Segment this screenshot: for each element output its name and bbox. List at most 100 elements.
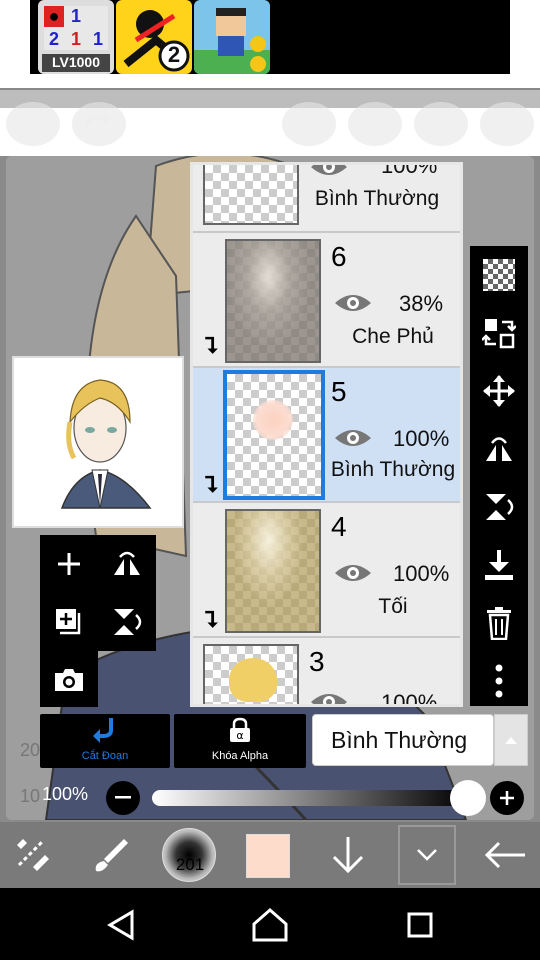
pixel-runner-icon bbox=[194, 8, 270, 74]
collapse-button[interactable] bbox=[398, 825, 456, 885]
opacity-increase-button[interactable] bbox=[490, 781, 524, 815]
selection-tool-button[interactable] bbox=[0, 822, 66, 888]
ad-game-icon-1[interactable]: ● 1 2 1 1 LV1000 bbox=[38, 0, 114, 74]
layer-blend-mode: Bình Thường bbox=[330, 458, 456, 481]
layer-thumbnail[interactable] bbox=[225, 239, 321, 363]
clipping-button[interactable]: Cắt Đoạn bbox=[40, 714, 170, 768]
flip-horizontal-button[interactable] bbox=[98, 535, 156, 593]
clipping-arrow-icon: ⮧ bbox=[205, 472, 218, 497]
layer-controls: Cắt Đoạn α Khóa Alpha Bình Thường 100% bbox=[6, 706, 534, 820]
layer-transfer-button[interactable] bbox=[470, 304, 528, 362]
character-preview bbox=[60, 379, 152, 509]
merge-down-button[interactable] bbox=[470, 536, 528, 594]
ad-number: 2 bbox=[48, 29, 59, 49]
layer-blend-mode: Bình Thường bbox=[314, 187, 440, 210]
blend-mode-dropdown-button[interactable] bbox=[494, 714, 528, 766]
toolbar-button-4[interactable] bbox=[480, 102, 534, 146]
move-down-button[interactable] bbox=[318, 822, 378, 888]
layer-opacity: 100% bbox=[381, 162, 438, 178]
undo-button[interactable] bbox=[6, 102, 60, 146]
visibility-eye-icon[interactable] bbox=[309, 162, 349, 179]
duplicate-layer-button[interactable] bbox=[40, 593, 98, 651]
camera-icon bbox=[55, 669, 83, 691]
chevron-down-icon bbox=[417, 849, 437, 861]
color-swatch[interactable] bbox=[246, 834, 290, 878]
chevron-up-icon bbox=[505, 737, 517, 744]
camera-panel bbox=[40, 651, 98, 707]
clipping-label: Cắt Đoạn bbox=[81, 750, 129, 762]
flip-vertical-button[interactable] bbox=[98, 593, 156, 651]
trash-icon bbox=[487, 607, 511, 640]
opacity-slider[interactable] bbox=[152, 790, 468, 806]
opacity-value: 100% bbox=[42, 784, 89, 804]
toolbar-button-3[interactable] bbox=[414, 102, 468, 146]
mine-icon: ● bbox=[44, 6, 64, 27]
opacity-decrease-button[interactable] bbox=[106, 781, 140, 815]
flip-layer-vertical-button[interactable] bbox=[470, 478, 528, 536]
layer-thumbnail[interactable] bbox=[223, 370, 325, 500]
svg-text:α: α bbox=[236, 729, 243, 742]
visibility-eye-icon[interactable] bbox=[333, 561, 373, 585]
layer-row-3[interactable]: 3 100% bbox=[193, 638, 460, 707]
camera-button[interactable] bbox=[40, 651, 98, 709]
ad-game-icon-3[interactable] bbox=[194, 0, 270, 74]
add-layer-button[interactable] bbox=[40, 535, 98, 593]
brush-size-value: 201 bbox=[175, 855, 205, 874]
visibility-eye-icon[interactable] bbox=[333, 426, 373, 450]
layer-row-5[interactable]: 5 100% Bình Thường ⮧ bbox=[193, 368, 460, 503]
nav-recents-button[interactable] bbox=[398, 908, 442, 942]
layer-opacity: 100% bbox=[381, 690, 438, 707]
flip-horizontal-icon bbox=[114, 551, 140, 575]
layer-thumbnail[interactable] bbox=[225, 509, 321, 633]
back-button[interactable] bbox=[470, 822, 540, 888]
ad-number: 1 bbox=[70, 29, 81, 49]
brush-tool-button[interactable] bbox=[80, 822, 140, 888]
ad-sequel-badge: 2 bbox=[167, 42, 181, 67]
layer-row-7[interactable]: 100% Bình Thường bbox=[193, 162, 460, 233]
layer-thumbnail[interactable] bbox=[203, 165, 299, 225]
opacity-slider-handle[interactable] bbox=[450, 780, 486, 816]
bottom-toolbar: 201 bbox=[0, 822, 540, 888]
plus-icon bbox=[500, 791, 514, 805]
canvas-preview[interactable] bbox=[12, 356, 184, 528]
flip-layer-horizontal-button[interactable] bbox=[470, 420, 528, 478]
layer-swap-icon bbox=[482, 319, 516, 349]
transform-selection-icon bbox=[17, 839, 49, 871]
transparency-button[interactable] bbox=[470, 246, 528, 304]
brush-size-button[interactable]: 201 bbox=[162, 828, 216, 882]
more-options-button[interactable] bbox=[470, 652, 528, 710]
arrow-down-icon bbox=[332, 837, 364, 874]
layer-opacity: 100% bbox=[393, 561, 450, 586]
alpha-lock-button[interactable]: α Khóa Alpha bbox=[174, 714, 306, 768]
ad-number: 1 bbox=[70, 6, 81, 26]
left-tool-panel bbox=[40, 535, 156, 651]
move-arrows-icon bbox=[483, 375, 515, 407]
blend-mode-select[interactable]: Bình Thường bbox=[312, 714, 494, 766]
recents-square-icon bbox=[407, 912, 433, 938]
download-arrow-icon bbox=[485, 550, 513, 580]
flip-horizontal-icon bbox=[486, 437, 512, 461]
back-triangle-icon bbox=[107, 909, 134, 941]
clipping-arrow-icon: ⮧ bbox=[205, 333, 218, 358]
right-tool-panel bbox=[470, 246, 528, 706]
layers-panel[interactable]: 100% Bình Thường 6 38% Che Phủ ⮧ 5 100% … bbox=[190, 162, 463, 707]
delete-layer-button[interactable] bbox=[470, 594, 528, 652]
layer-row-6[interactable]: 6 38% Che Phủ ⮧ bbox=[193, 233, 460, 368]
move-button[interactable] bbox=[470, 362, 528, 420]
layer-row-4[interactable]: 4 100% Tối ⮧ bbox=[193, 503, 460, 638]
minus-icon bbox=[115, 796, 131, 799]
toolbar-button-2[interactable] bbox=[348, 102, 402, 146]
ad-game-icon-2[interactable]: 2 bbox=[116, 0, 192, 74]
visibility-eye-icon[interactable] bbox=[333, 291, 373, 315]
home-icon bbox=[252, 908, 288, 942]
visibility-eye-icon[interactable] bbox=[309, 690, 349, 707]
checkerboard-icon bbox=[483, 259, 515, 291]
redo-button[interactable] bbox=[72, 102, 126, 146]
layer-number: 3 bbox=[309, 646, 325, 677]
nav-home-button[interactable] bbox=[248, 906, 292, 944]
layer-thumbnail[interactable] bbox=[203, 644, 299, 704]
redo-icon bbox=[84, 111, 112, 129]
nav-back-button[interactable] bbox=[100, 908, 144, 942]
ad-banner[interactable]: ● 1 2 1 1 LV1000 2 bbox=[30, 0, 510, 74]
toolbar-button-1[interactable] bbox=[282, 102, 336, 146]
